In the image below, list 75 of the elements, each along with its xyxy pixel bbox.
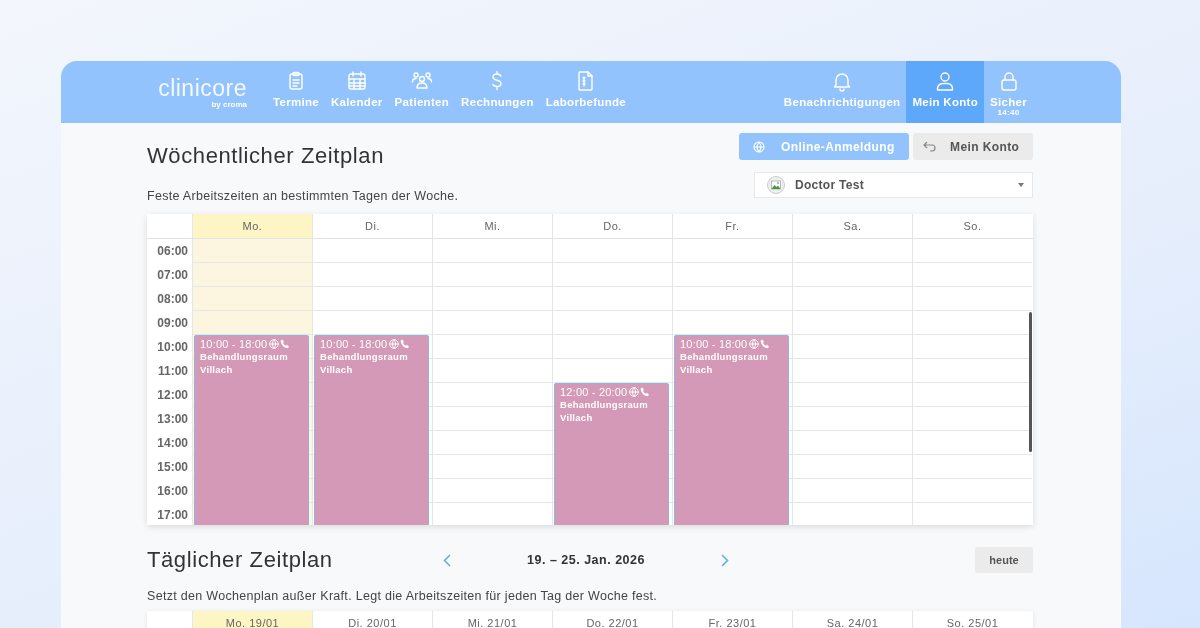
chevron-left-icon[interactable] — [443, 553, 451, 567]
shift-block[interactable]: 12:00 - 20:00 Behandlungsraum Villach — [554, 383, 669, 525]
online-booking-button[interactable]: Online-Anmeldung — [739, 133, 909, 160]
shift-block[interactable]: 10:00 - 18:00 Behandlungsraum Villach — [674, 335, 789, 525]
day-header: Do. — [552, 214, 672, 238]
section-description: Feste Arbeitszeiten an bestimmten Tagen der Woche. — [147, 189, 459, 203]
time-label: 12:00 — [157, 388, 188, 402]
image-icon — [767, 176, 785, 194]
shift-block[interactable]: 10:00 - 18:00 Behandlungsraum Villach — [194, 335, 309, 525]
time-label: 08:00 — [157, 292, 188, 306]
section-title: Täglicher Zeitplan — [147, 547, 334, 573]
globe-icon — [269, 339, 280, 349]
nav-item[interactable]: Laborbefunde — [539, 61, 632, 123]
phone-icon — [760, 339, 771, 349]
globe-icon — [749, 339, 760, 349]
time-label: 13:00 — [157, 412, 188, 426]
globe-icon — [753, 140, 765, 153]
phone-icon — [400, 339, 411, 349]
day-header: Fr. — [672, 214, 792, 238]
time-label: 17:00 — [157, 508, 188, 522]
today-button[interactable]: heute — [975, 547, 1033, 573]
day-header: Mo. 19/01 — [192, 611, 312, 628]
section-title: Wöchentlicher Zeitplan — [147, 143, 385, 169]
room-name: Behandlungsraum Villach — [560, 398, 649, 424]
shift-time: 10:00 - 18:00 — [200, 338, 268, 350]
shift-time: 12:00 - 20:00 — [560, 386, 628, 398]
day-header: Mo. — [192, 214, 312, 238]
room-name: Behandlungsraum Villach — [680, 350, 769, 376]
calendar-icon — [345, 70, 368, 92]
day-header: So. 25/01 — [912, 611, 1032, 628]
time-label: 07:00 — [157, 268, 188, 282]
return-arrow-icon — [923, 141, 936, 152]
session-timer: 14:40 — [997, 108, 1020, 117]
people-icon — [410, 70, 433, 92]
section-description: Setzt den Wochenplan außer Kraft. Legt die Arbeitszeiten für jeden Tag der Woche fest. — [147, 589, 659, 603]
time-label: 06:00 — [157, 244, 188, 258]
day-header: Mi. 21/01 — [432, 611, 552, 628]
day-header: Fr. 23/01 — [672, 611, 792, 628]
shift-time: 10:00 - 18:00 — [680, 338, 748, 350]
account-button[interactable]: Mein Konto — [913, 133, 1033, 160]
globe-icon — [389, 339, 400, 349]
day-header: Di. 20/01 — [312, 611, 432, 628]
scrollbar[interactable] — [1029, 312, 1032, 452]
time-label: 15:00 — [157, 460, 188, 474]
doctor-select[interactable]: Doctor Test — [754, 172, 1033, 198]
day-header: Mi. — [432, 214, 552, 238]
chevron-right-icon[interactable] — [721, 553, 729, 567]
phone-icon — [640, 387, 651, 397]
room-name: Behandlungsraum Villach — [200, 350, 289, 376]
caret-icon — [1018, 183, 1024, 187]
time-label: 09:00 — [157, 316, 188, 330]
nav-item[interactable]: Benachrichtigungen — [777, 61, 907, 123]
date-range: 19. – 25. Jan. 2026 — [526, 553, 646, 567]
nav-item[interactable]: Sicher 14:40 — [984, 61, 1033, 123]
day-header: Di. — [312, 214, 432, 238]
time-label: 11:00 — [157, 364, 188, 378]
time-label: 14:00 — [157, 436, 188, 450]
phone-icon — [280, 339, 291, 349]
day-header: Sa. 24/01 — [792, 611, 912, 628]
logo-subtitle: by croma — [211, 99, 247, 109]
nav-item[interactable]: Patienten — [388, 61, 456, 123]
day-header: So. — [912, 214, 1032, 238]
nav-item[interactable]: Rechnungen — [455, 61, 540, 123]
globe-icon — [629, 387, 640, 397]
nav-item[interactable]: Termine — [267, 61, 325, 123]
logo-text: clinicore — [158, 75, 247, 100]
time-label: 16:00 — [157, 484, 188, 498]
day-header: Do. 22/01 — [552, 611, 672, 628]
day-header: Sa. — [792, 214, 912, 238]
shift-time: 10:00 - 18:00 — [320, 338, 388, 350]
shift-block[interactable]: 10:00 - 18:00 Behandlungsraum Villach — [314, 335, 429, 525]
room-name: Behandlungsraum Villach — [320, 350, 409, 376]
nav-item[interactable]: Mein Konto — [906, 61, 985, 123]
nav-item[interactable]: Kalender — [325, 61, 389, 123]
time-label: 10:00 — [157, 340, 188, 354]
